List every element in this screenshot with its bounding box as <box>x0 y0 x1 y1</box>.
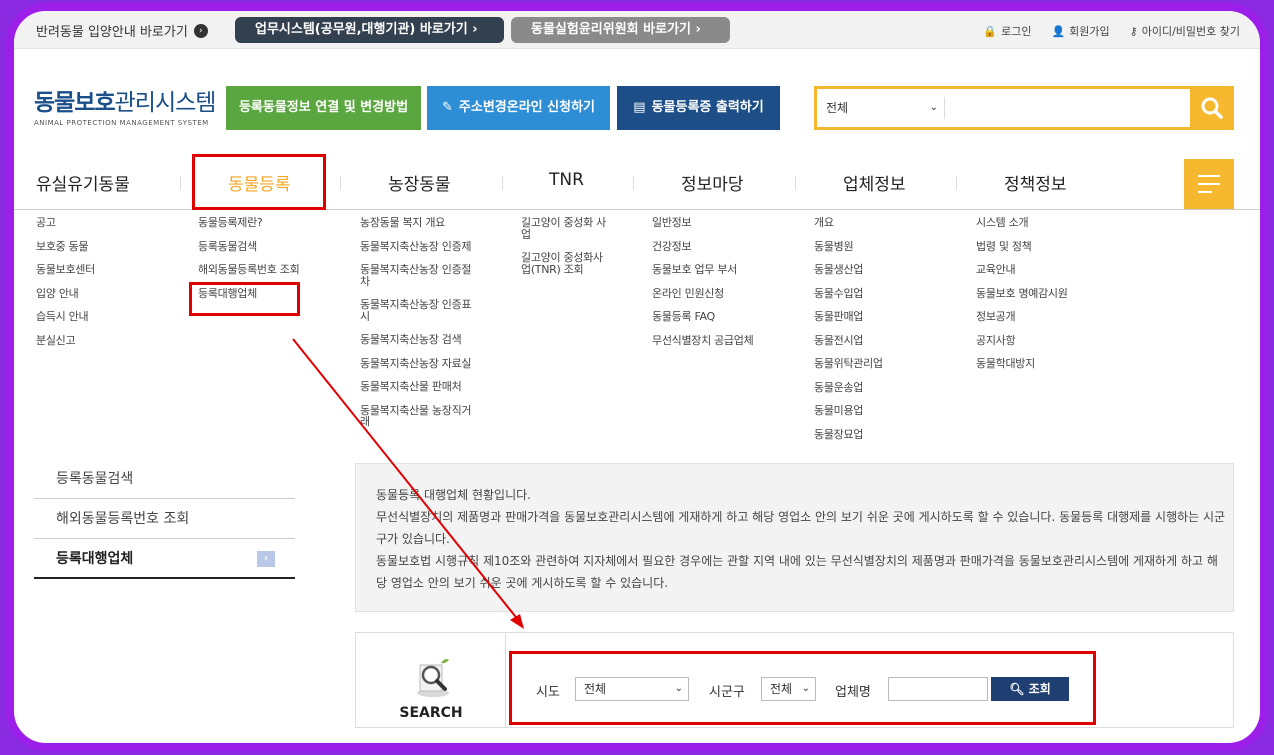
annotation-arrow <box>292 338 524 629</box>
browser-frame: 반려동물 입양안내 바로가기 › 업무시스템(공무원,대행기관) 바로가기 › … <box>6 3 1268 751</box>
